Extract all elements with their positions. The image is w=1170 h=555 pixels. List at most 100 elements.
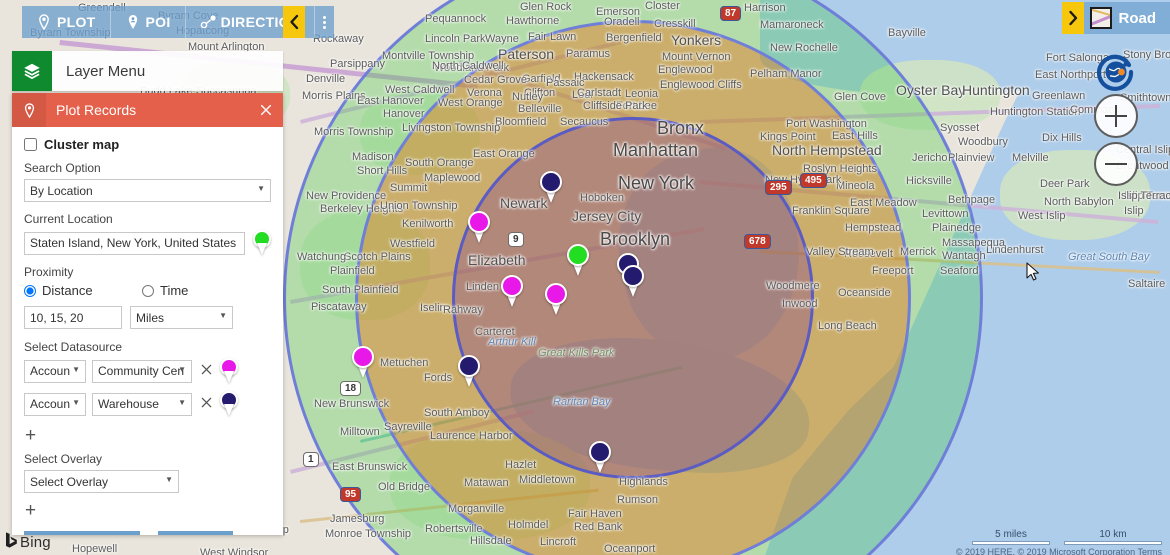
community-center-pin[interactable]: [545, 283, 567, 315]
map-place-label: Mamaroneck: [760, 19, 824, 31]
community-center-pin[interactable]: [501, 275, 523, 307]
locate-me-globe-icon[interactable]: [1096, 52, 1136, 92]
proximity-unit-select[interactable]: Miles: [130, 306, 233, 329]
map-place-label: Jamesburg: [330, 513, 385, 525]
map-place-label: Livingston Township: [402, 122, 501, 134]
search-button[interactable]: Search: [158, 531, 233, 535]
chevron-left-icon[interactable]: [283, 6, 305, 38]
warehouse-pin[interactable]: [540, 171, 562, 203]
current-location-pin-swatch: [253, 230, 271, 256]
pin-head: [468, 211, 490, 233]
map-place-label: Rumson: [617, 494, 658, 506]
datasource-type-select-0[interactable]: Accoun: [24, 359, 86, 383]
pin-head: [501, 275, 523, 297]
cluster-map-label[interactable]: Cluster map: [44, 137, 119, 152]
proximity-value-input[interactable]: [24, 306, 122, 329]
proximity-unit-select-wrap[interactable]: Miles: [130, 306, 233, 329]
proximity-option-distance[interactable]: Distance: [24, 283, 142, 298]
map-place-label: Glen Cove: [834, 91, 886, 103]
map-place-label: Secaucus: [560, 116, 609, 128]
overlay-select-wrap[interactable]: Select Overlay: [24, 470, 179, 493]
layer-menu-button[interactable]: Layer Menu: [12, 51, 283, 91]
warehouse-pin[interactable]: [589, 441, 611, 473]
map-place-label: Raritan Bay: [553, 396, 611, 408]
map-place-label: Hazlet: [505, 459, 537, 471]
add-datasource-button[interactable]: +: [25, 426, 36, 445]
map-place-label: Freeport: [872, 265, 914, 277]
map-place-label: Englewood: [658, 64, 713, 76]
overlay-select[interactable]: Select Overlay: [24, 470, 179, 493]
map-place-label: Bayville: [888, 27, 926, 39]
map-place-label: Mineola: [836, 180, 875, 192]
datasource-entity-select-1[interactable]: Warehouse: [92, 392, 192, 416]
cluster-map-checkbox[interactable]: [24, 138, 37, 151]
map-place-label: Milltown: [340, 426, 380, 438]
map-place-label: Fords: [424, 372, 453, 384]
current-location-pin[interactable]: [567, 244, 589, 276]
map-application: GreendellGlen RockClosterEmersonOradellC…: [0, 0, 1170, 555]
map-type-road-button[interactable]: Road: [1083, 2, 1170, 34]
zoom-in-button[interactable]: [1094, 94, 1138, 138]
plot-records-form: Cluster map Search Option By Location Cu…: [12, 127, 283, 527]
datasource-pin-swatch-0: [220, 358, 238, 384]
proximity-option-time[interactable]: Time: [142, 283, 260, 298]
map-place-label: Kings Point: [760, 131, 816, 143]
map-place-label: Hillsdale: [470, 535, 512, 547]
map-place-label: Oceanside: [838, 287, 891, 299]
map-type-label: Road: [1118, 9, 1157, 27]
datasource-type-select-1[interactable]: Accoun: [24, 392, 86, 416]
chevron-right-icon[interactable]: [1061, 2, 1084, 34]
map-place-label: New Providence: [306, 190, 387, 202]
map-place-label: New York: [618, 173, 695, 193]
map-place-label: Franklin Square: [792, 205, 870, 217]
map-place-label: Woodmere: [766, 280, 820, 292]
map-route-shield: 295: [765, 180, 792, 195]
map-place-label: Cliffside Park: [583, 100, 648, 112]
toolbar-button-poi[interactable]: POI: [111, 6, 186, 38]
close-icon[interactable]: [249, 93, 283, 127]
more-options-icon[interactable]: [315, 6, 334, 38]
map-place-label: Rahway: [443, 304, 483, 316]
map-scale-bar: 5 miles 10 km: [972, 529, 1162, 545]
map-place-label: Bethpage: [948, 194, 996, 206]
datasource-entity-select-0[interactable]: Community Cen: [92, 359, 192, 383]
map-place-label: South Orange: [405, 157, 474, 169]
datasource-type-select-wrap[interactable]: Accoun: [24, 392, 86, 416]
datasource-type-select-wrap[interactable]: Accoun: [24, 359, 86, 383]
community-center-pin[interactable]: [352, 346, 374, 378]
search-option-select[interactable]: By Location: [24, 179, 271, 202]
map-place-label: South Amboy: [424, 407, 490, 419]
pin-head: [589, 441, 611, 463]
datasource-entity-select-wrap[interactable]: Community Cen: [92, 359, 192, 383]
warehouse-pin[interactable]: [622, 265, 644, 297]
toolbar-button-plot[interactable]: PLOT: [22, 6, 111, 38]
map-place-label: West Islip: [1018, 210, 1066, 222]
datasource-entity-select-wrap[interactable]: Warehouse: [92, 392, 192, 416]
map-place-label: Bronx: [657, 118, 705, 138]
remove-datasource-icon-1[interactable]: [198, 396, 214, 413]
map-place-label: Leonia: [625, 88, 659, 100]
map-place-label: Plainview: [948, 152, 995, 164]
proximity-radio-time[interactable]: [142, 284, 154, 297]
proximity-radio-distance[interactable]: [24, 284, 36, 297]
map-place-label: Merrick: [900, 246, 937, 258]
map-place-label: Short Hills: [357, 165, 408, 177]
map-place-label: Carlstadt: [577, 87, 622, 99]
bing-attribution[interactable]: Bing: [4, 531, 51, 554]
search-option-select-wrap[interactable]: By Location: [24, 179, 271, 202]
community-center-pin[interactable]: [468, 211, 490, 243]
remove-datasource-icon-0[interactable]: [198, 363, 214, 380]
map-place-label: Levittown: [922, 208, 969, 220]
proximity-mode-group: Distance Time: [24, 283, 271, 298]
scale-miles: 5 miles: [972, 529, 1050, 545]
warehouse-pin[interactable]: [458, 355, 480, 387]
map-place-label: Islip Terrace: [1118, 190, 1170, 202]
map-place-label: Bloomfield: [495, 116, 547, 128]
add-overlay-button[interactable]: +: [25, 501, 36, 520]
zoom-out-button[interactable]: [1094, 142, 1138, 186]
current-location-input[interactable]: [24, 231, 245, 255]
map-place-label: Maplewood: [424, 172, 481, 184]
map-route-shield: 495: [800, 173, 827, 188]
map-place-label: Elizabeth: [468, 252, 526, 268]
map-place-label: East Hanover: [357, 95, 424, 107]
